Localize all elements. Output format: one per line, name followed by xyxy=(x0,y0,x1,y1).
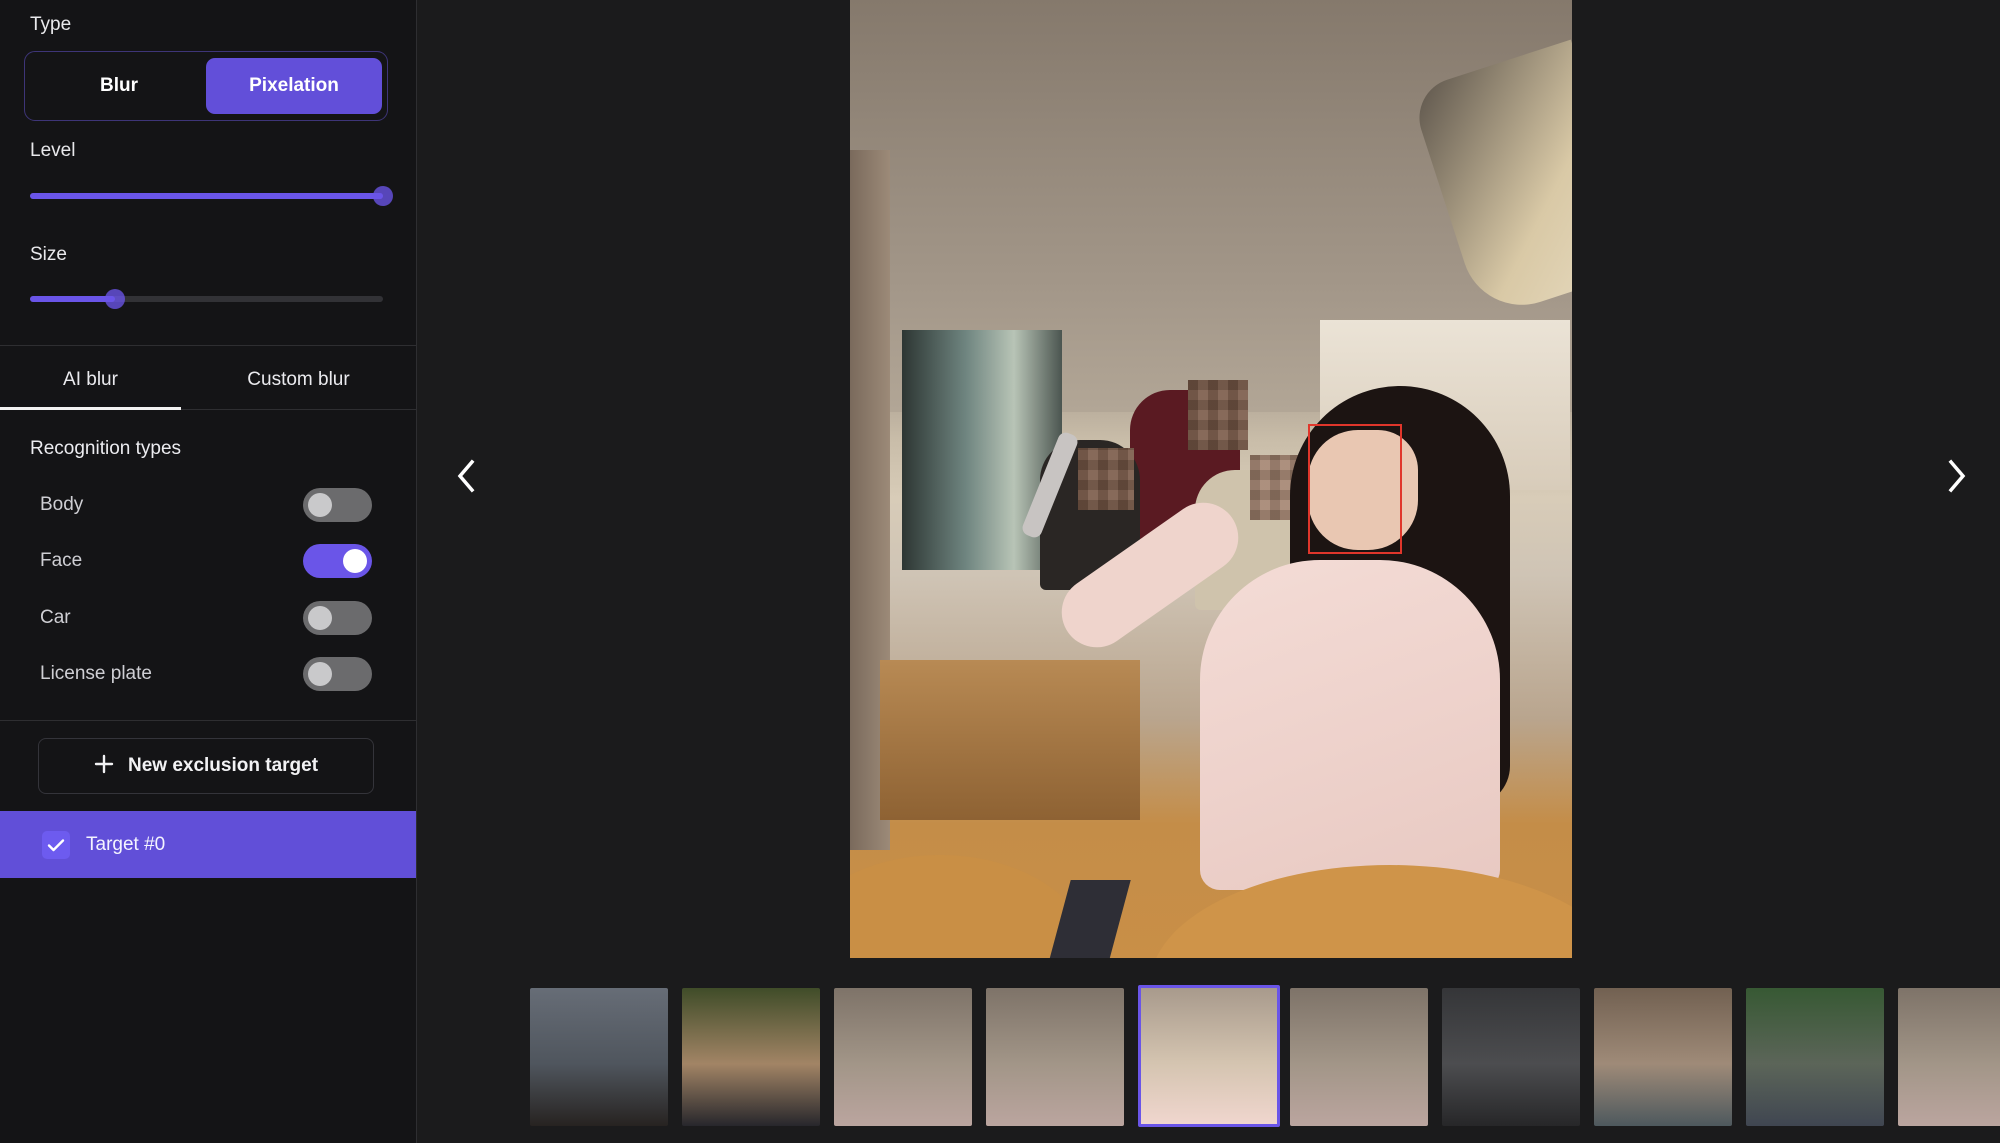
next-image-button[interactable] xyxy=(1932,446,1982,506)
recognition-label-body: Body xyxy=(40,494,84,515)
settings-sidebar: Type Blur Pixelation Level Size AI blur … xyxy=(0,0,417,1143)
recognition-types-title: Recognition types xyxy=(30,438,182,459)
face-toggle[interactable] xyxy=(303,544,372,578)
app: Type Blur Pixelation Level Size AI blur … xyxy=(0,0,2000,1143)
recognition-row-face: Face xyxy=(40,543,372,579)
level-label: Level xyxy=(30,140,76,161)
tab-ai-blur[interactable]: AI blur xyxy=(0,350,181,410)
chevron-left-icon xyxy=(457,459,475,493)
size-slider[interactable] xyxy=(30,289,383,309)
thumbnail[interactable] xyxy=(682,988,820,1126)
recognition-label-face: Face xyxy=(40,550,83,571)
photo-region xyxy=(1049,880,1131,958)
target-label: Target #0 xyxy=(86,833,166,855)
body-toggle[interactable] xyxy=(303,488,372,522)
photo-region xyxy=(1200,560,1500,890)
toggle-knob xyxy=(308,493,332,517)
type-label: Type xyxy=(30,14,72,35)
thumbnail[interactable] xyxy=(1746,988,1884,1126)
license-plate-toggle[interactable] xyxy=(303,657,372,691)
pixelated-face xyxy=(1078,448,1134,510)
level-slider-fill xyxy=(30,193,383,199)
thumbnail[interactable] xyxy=(1442,988,1580,1126)
photo-region xyxy=(880,660,1140,820)
size-label: Size xyxy=(30,244,67,265)
toggle-knob xyxy=(308,662,332,686)
recognition-row-license-plate: License plate xyxy=(40,656,372,692)
level-slider-thumb[interactable] xyxy=(373,186,393,206)
recognition-label-license-plate: License plate xyxy=(40,663,152,684)
recognition-row-body: Body xyxy=(40,487,372,523)
blur-option-button[interactable]: Blur xyxy=(31,58,207,114)
divider xyxy=(0,720,416,721)
new-exclusion-target-button[interactable]: New exclusion target xyxy=(38,738,374,794)
previous-image-button[interactable] xyxy=(441,446,491,506)
thumbnail[interactable] xyxy=(1290,988,1428,1126)
thumbnail[interactable] xyxy=(1898,988,2000,1126)
excluded-face-bounding-box[interactable] xyxy=(1308,424,1402,554)
type-segmented-control: Blur Pixelation xyxy=(24,51,388,121)
pixelation-option-button[interactable]: Pixelation xyxy=(206,58,382,114)
toggle-knob xyxy=(343,549,367,573)
recognition-row-car: Car xyxy=(40,600,372,636)
new-exclusion-target-label: New exclusion target xyxy=(127,755,319,776)
active-tab-indicator xyxy=(0,407,181,410)
thumbnail[interactable] xyxy=(1594,988,1732,1126)
divider xyxy=(0,345,416,346)
tab-custom-blur[interactable]: Custom blur xyxy=(181,350,416,410)
thumbnail-filmstrip[interactable] xyxy=(530,985,2000,1130)
main-image-preview[interactable] xyxy=(850,0,1572,958)
thumbnail[interactable] xyxy=(1138,985,1280,1127)
plus-icon xyxy=(94,751,114,779)
recognition-label-car: Car xyxy=(40,607,71,628)
thumbnail[interactable] xyxy=(986,988,1124,1126)
thumbnail[interactable] xyxy=(530,988,668,1126)
level-slider[interactable] xyxy=(30,186,393,206)
target-checkbox[interactable] xyxy=(42,830,70,859)
exclusion-target-item[interactable]: Target #0 xyxy=(0,811,416,878)
toggle-knob xyxy=(308,606,332,630)
thumbnail[interactable] xyxy=(834,988,972,1126)
pixelated-face xyxy=(1188,380,1248,450)
check-icon xyxy=(47,838,65,851)
size-slider-thumb[interactable] xyxy=(104,289,125,309)
chevron-right-icon xyxy=(1948,459,1966,493)
car-toggle[interactable] xyxy=(303,601,372,635)
size-slider-fill xyxy=(30,296,115,302)
